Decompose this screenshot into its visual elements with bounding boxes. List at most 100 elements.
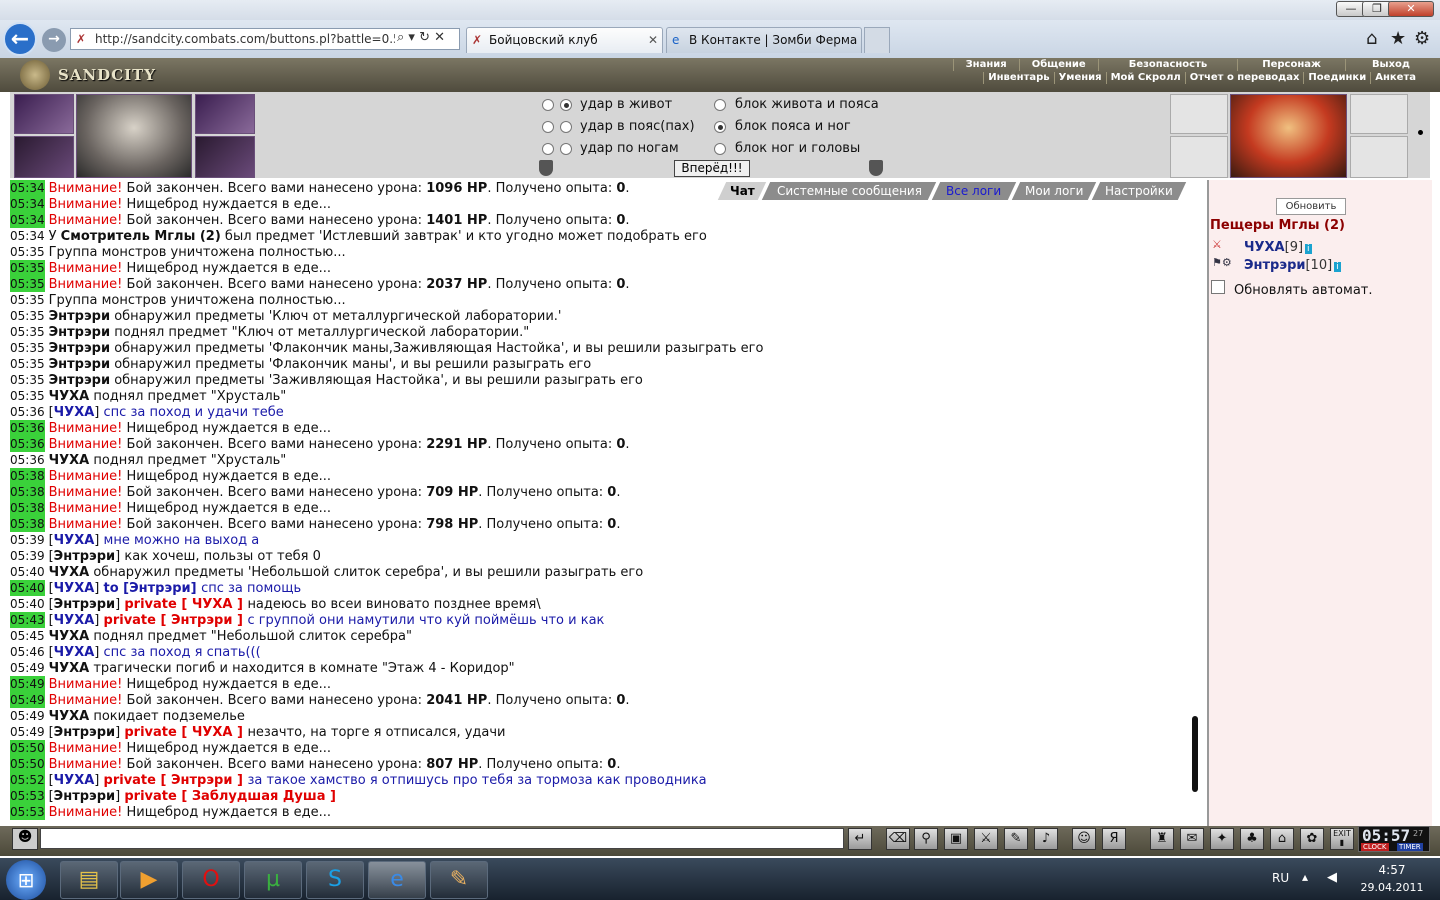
attack-radio-2b[interactable] bbox=[560, 121, 572, 133]
chat-nick[interactable]: Энтрэри bbox=[54, 725, 115, 740]
chat-timestamp[interactable]: 05:52 bbox=[10, 772, 45, 788]
chat-timestamp[interactable]: 05:36 bbox=[10, 436, 45, 452]
chat-timestamp[interactable]: 05:49 bbox=[10, 660, 45, 676]
chat-input[interactable] bbox=[40, 828, 844, 849]
chat-nick[interactable]: Энтрэри bbox=[49, 325, 110, 340]
attack-radio-1b[interactable] bbox=[560, 99, 572, 111]
tray-arrow-icon[interactable]: ▴ bbox=[1302, 870, 1308, 884]
block-radio-3[interactable] bbox=[714, 143, 726, 155]
info-icon[interactable]: i bbox=[1305, 244, 1312, 254]
back-button[interactable]: ← bbox=[3, 22, 37, 56]
chat-nick[interactable]: ЧУХА bbox=[54, 405, 95, 420]
chat-timestamp[interactable]: 05:38 bbox=[10, 516, 45, 532]
translit-icon[interactable]: Я bbox=[1102, 828, 1126, 850]
chat-timestamp[interactable]: 05:38 bbox=[10, 500, 45, 516]
chat-avatar-icon[interactable]: ☻ bbox=[12, 828, 38, 850]
ie-taskbar-icon[interactable]: e bbox=[368, 861, 426, 899]
chat-timestamp[interactable]: 05:43 bbox=[10, 612, 45, 628]
chat-nick[interactable]: ЧУХА bbox=[54, 613, 95, 628]
chat-timestamp[interactable]: 05:49 bbox=[10, 692, 45, 708]
player-avatar[interactable] bbox=[76, 94, 192, 178]
chat-nick[interactable]: ЧУХА bbox=[54, 773, 95, 788]
language-indicator[interactable]: RU bbox=[1272, 871, 1289, 885]
chat-timestamp[interactable]: 05:35 bbox=[10, 388, 45, 404]
chat-nick[interactable]: Энтрэри bbox=[49, 357, 110, 372]
chat-timestamp[interactable]: 05:36 bbox=[10, 420, 45, 436]
auto-refresh-checkbox[interactable] bbox=[1211, 280, 1225, 294]
refresh-button[interactable]: Обновить bbox=[1276, 198, 1346, 215]
group-icon[interactable]: ♣ bbox=[1240, 828, 1264, 850]
chat-timestamp[interactable]: 05:35 bbox=[10, 308, 45, 324]
tab-combats[interactable]: ✗ Бойцовский клуб ✕ bbox=[466, 27, 663, 53]
block-radio-2[interactable] bbox=[714, 121, 726, 133]
house-icon[interactable]: ⌂ bbox=[1270, 828, 1294, 850]
chat-nick[interactable]: Энтрэри bbox=[49, 373, 110, 388]
menu-skills[interactable]: Умения bbox=[1053, 72, 1106, 84]
tab-vkontakte[interactable]: e В Контакте | Зомби Ферма bbox=[666, 27, 862, 53]
chat-timestamp[interactable]: 05:39 bbox=[10, 548, 45, 564]
chat-timestamp[interactable]: 05:36 bbox=[10, 404, 45, 420]
chat-timestamp[interactable]: 05:49 bbox=[10, 724, 45, 740]
menu-battles[interactable]: Поединки bbox=[1303, 72, 1370, 84]
chat-nick[interactable]: ЧУХА bbox=[54, 581, 95, 596]
start-button[interactable]: ⊞ bbox=[6, 860, 46, 900]
save-icon[interactable]: ▣ bbox=[944, 828, 968, 850]
chat-nick[interactable]: Смотритель Мглы (2) bbox=[61, 229, 221, 244]
chat-nick[interactable]: ЧУХА bbox=[54, 533, 95, 548]
menu-character[interactable]: Персонаж bbox=[1237, 59, 1345, 71]
chat-timestamp[interactable]: 05:35 bbox=[10, 356, 45, 372]
chat-timestamp[interactable]: 05:49 bbox=[10, 676, 45, 692]
chat-timestamp[interactable]: 05:34 bbox=[10, 180, 45, 196]
forward-attack-button[interactable]: Вперёд!!! bbox=[674, 160, 750, 177]
explorer-taskbar-icon[interactable]: ▤ bbox=[60, 861, 118, 899]
system-date[interactable]: 29.04.2011 bbox=[1352, 881, 1432, 894]
menu-exit[interactable]: Выход bbox=[1344, 59, 1436, 71]
block-radio-1[interactable] bbox=[714, 99, 726, 111]
attack-radio-3b[interactable] bbox=[560, 143, 572, 155]
sound-icon[interactable]: ♪ bbox=[1034, 828, 1058, 850]
chat-timestamp[interactable]: 05:34 bbox=[10, 212, 45, 228]
chat-timestamp[interactable]: 05:35 bbox=[10, 324, 45, 340]
system-time[interactable]: 4:57 bbox=[1357, 863, 1427, 877]
chat-nick[interactable]: Энтрэри bbox=[49, 341, 110, 356]
chat-nick[interactable]: ЧУХА bbox=[49, 453, 90, 468]
menu-social[interactable]: Общение bbox=[1018, 59, 1098, 71]
chat-timestamp[interactable]: 05:40 bbox=[10, 596, 45, 612]
utorrent-taskbar-icon[interactable]: µ bbox=[244, 861, 302, 899]
chat-timestamp[interactable]: 05:53 bbox=[10, 788, 45, 804]
inventory-icon[interactable]: ♜ bbox=[1150, 828, 1174, 850]
new-tab-button[interactable] bbox=[864, 27, 890, 53]
chat-timestamp[interactable]: 05:35 bbox=[10, 372, 45, 388]
exit-button[interactable]: EXIT ▮ bbox=[1330, 828, 1354, 850]
chat-nick[interactable]: Энтрэри bbox=[54, 549, 115, 564]
settings-gear-icon[interactable]: ⚙ bbox=[1414, 28, 1430, 49]
chat-timestamp[interactable]: 05:38 bbox=[10, 468, 45, 484]
pen-icon[interactable]: ✎ bbox=[1004, 828, 1028, 850]
chat-timestamp[interactable]: 05:34 bbox=[10, 228, 45, 244]
chat-timestamp[interactable]: 05:49 bbox=[10, 708, 45, 724]
attack-radio-2a[interactable] bbox=[542, 121, 554, 133]
chat-scrollbar[interactable] bbox=[1192, 716, 1198, 792]
info-icon[interactable]: i bbox=[1334, 262, 1341, 272]
chat-nick[interactable]: Энтрэри bbox=[49, 309, 110, 324]
chat-nick[interactable]: ЧУХА bbox=[54, 645, 95, 660]
chat-nick[interactable]: Энтрэри bbox=[54, 789, 115, 804]
attack-radio-3a[interactable] bbox=[542, 143, 554, 155]
chat-timestamp[interactable]: 05:40 bbox=[10, 580, 45, 596]
chat-nick[interactable]: ЧУХА bbox=[49, 389, 90, 404]
chat-timestamp[interactable]: 05:53 bbox=[10, 804, 45, 820]
smiley-icon[interactable]: ☺ bbox=[1072, 828, 1096, 850]
enemy-avatar[interactable] bbox=[1230, 94, 1347, 178]
chat-timestamp[interactable]: 05:36 bbox=[10, 452, 45, 468]
chat-nick[interactable]: ЧУХА bbox=[49, 709, 90, 724]
chat-timestamp[interactable]: 05:35 bbox=[10, 276, 45, 292]
chat-timestamp[interactable]: 05:46 bbox=[10, 644, 45, 660]
chat-timestamp[interactable]: 05:34 bbox=[10, 196, 45, 212]
menu-transfers[interactable]: Отчет о переводах bbox=[1184, 72, 1304, 84]
armor-slot-left[interactable] bbox=[14, 136, 74, 178]
weapon-slot-left[interactable] bbox=[14, 94, 74, 134]
chat-timestamp[interactable]: 05:45 bbox=[10, 628, 45, 644]
map-icon[interactable]: ✦ bbox=[1210, 828, 1234, 850]
search-icon[interactable]: ⌕ ▾ ↻ ✕ bbox=[395, 30, 447, 45]
tab-close-icon[interactable]: ✕ bbox=[648, 28, 658, 52]
